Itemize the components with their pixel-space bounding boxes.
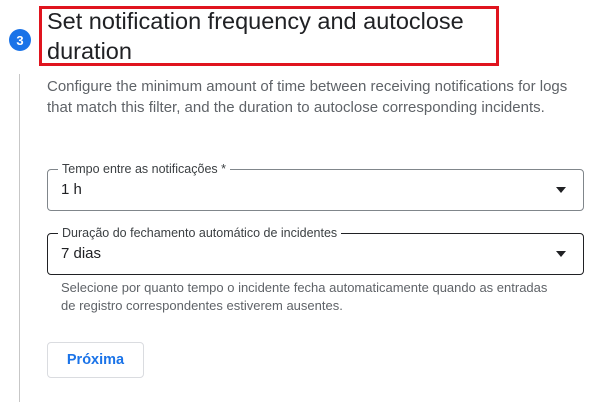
notification-interval-label: Tempo entre as notificações * bbox=[58, 161, 230, 177]
dropdown-arrow-icon[interactable] bbox=[556, 251, 566, 257]
notification-interval-select[interactable]: Tempo entre as notificações * 1 h bbox=[47, 161, 584, 211]
dropdown-arrow-icon[interactable] bbox=[556, 187, 566, 193]
next-button[interactable]: Próxima bbox=[47, 342, 144, 378]
notification-interval-value: 1 h bbox=[61, 181, 82, 198]
notification-step-panel: 3 Set notification frequency and autoclo… bbox=[0, 0, 591, 402]
autoclose-duration-hint: Selecione por quanto tempo o incidente f… bbox=[61, 280, 548, 313]
autoclose-duration-select[interactable]: Duração do fechamento automático de inci… bbox=[47, 225, 584, 275]
autoclose-duration-label: Duração do fechamento automático de inci… bbox=[58, 225, 342, 241]
step-connector-line bbox=[19, 74, 20, 402]
step-number-badge: 3 bbox=[9, 29, 31, 51]
step-title: Set notification frequency and autoclose… bbox=[47, 8, 464, 64]
step-description: Configure the minimum amount of time bet… bbox=[47, 78, 568, 116]
autoclose-duration-value: 7 dias bbox=[61, 245, 102, 262]
